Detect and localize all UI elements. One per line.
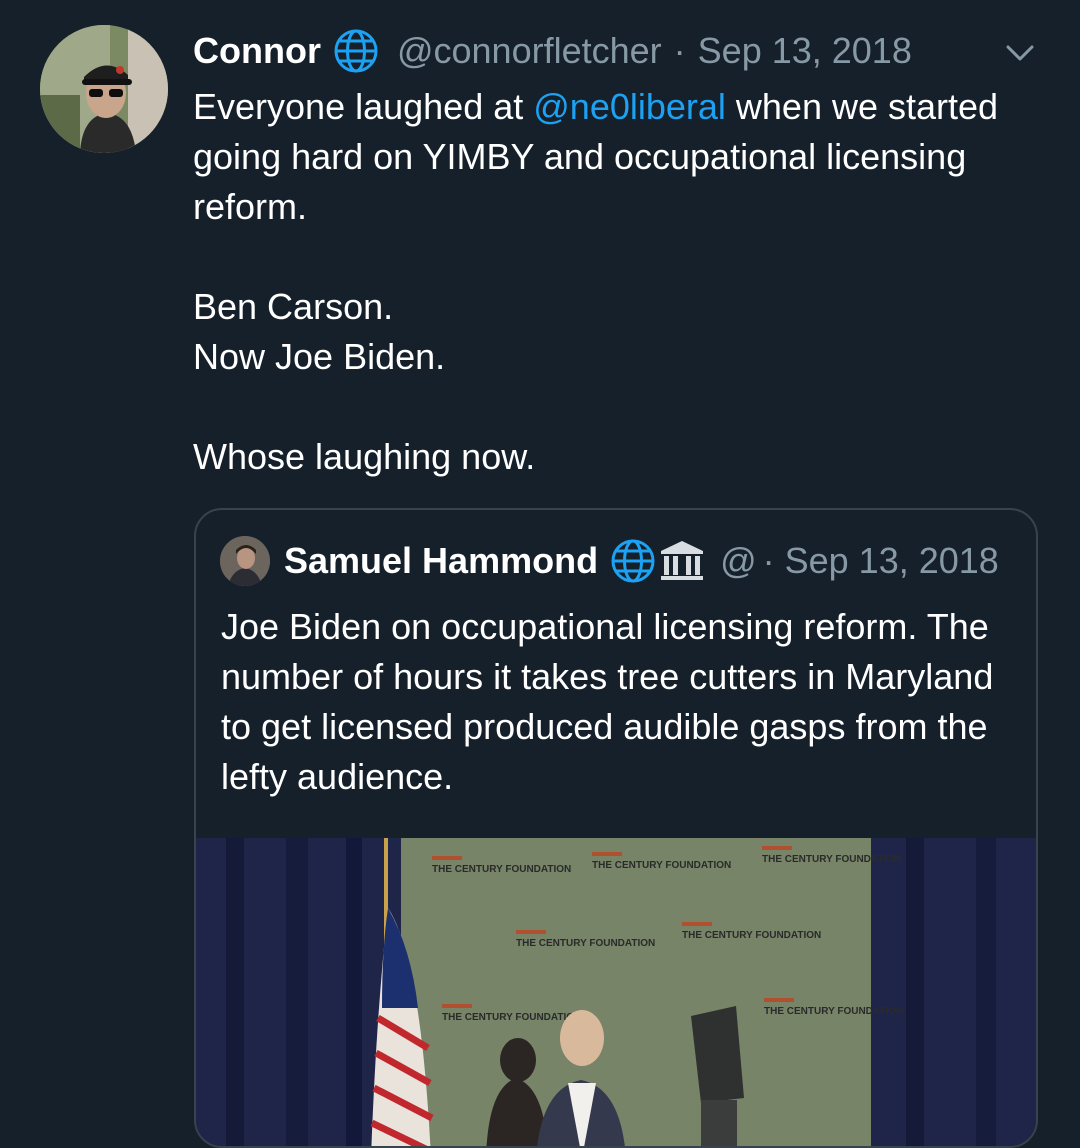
quoted-author-handle[interactable]: @ [720,540,757,582]
backdrop-text: THE CENTURY FOUNDATION [516,938,655,949]
quoted-paragraph: Joe Biden on occupational licensing refo… [221,606,994,797]
separator: · [673,30,686,71]
author-handle[interactable]: @connorfletcher [397,30,662,72]
quoted-tweet-date[interactable]: Sep 13, 2018 [785,540,999,582]
tweet-paragraph-1: Everyone laughed at @ne0liberal when we … [193,82,1063,232]
globe-icon [333,28,379,74]
quoted-author-name[interactable]: Samuel Hammond [284,540,598,582]
quoted-tweet-header: Samuel Hammond @ · Sep 13, 2018 [220,536,999,586]
tweet-text: Everyone laughed at @ne0liberal when we … [193,82,1063,482]
separator: · [762,540,775,581]
backdrop-text: THE CENTURY FOUNDATION [592,860,731,871]
classical-building-icon [661,541,704,580]
tweet-line: Whose laughing now. [193,436,536,477]
quoted-author-avatar[interactable] [220,536,270,586]
backdrop-text: THE CENTURY FOUNDATION [442,1012,581,1023]
quoted-tweet-text: Joe Biden on occupational licensing refo… [221,602,1021,802]
backdrop-text: THE CENTURY FOUNDATION [432,864,571,875]
text-run: Everyone laughed at [193,86,534,127]
avatar-photo [40,25,168,153]
video-thumbnail: THE CENTURY FOUNDATION THE CENTURY FOUND… [196,838,1036,1146]
author-name[interactable]: Connor [193,30,321,72]
tweet-line: Now Joe Biden. [193,336,446,377]
chevron-down-icon[interactable] [1000,36,1040,70]
tweet-line: Ben Carson. [193,286,394,327]
avatar-photo [220,536,270,586]
tweet-date[interactable]: Sep 13, 2018 [698,30,912,72]
quoted-tweet-card[interactable]: Samuel Hammond @ · Sep 13, 2018 Joe Bide… [194,508,1038,1148]
quoted-tweet-video[interactable]: THE CENTURY FOUNDATION THE CENTURY FOUND… [196,838,1036,1146]
backdrop-text: THE CENTURY FOUNDATION [764,1006,903,1017]
quoted-author-badges [610,538,706,584]
author-avatar[interactable] [40,25,168,153]
globe-icon [611,539,655,583]
mention-link[interactable]: @ne0liberal [533,86,726,127]
tweet-header: Connor @connorfletcher · Sep 13, 2018 [193,26,912,76]
backdrop-text: THE CENTURY FOUNDATION [762,854,901,865]
backdrop-text: THE CENTURY FOUNDATION [682,930,821,941]
